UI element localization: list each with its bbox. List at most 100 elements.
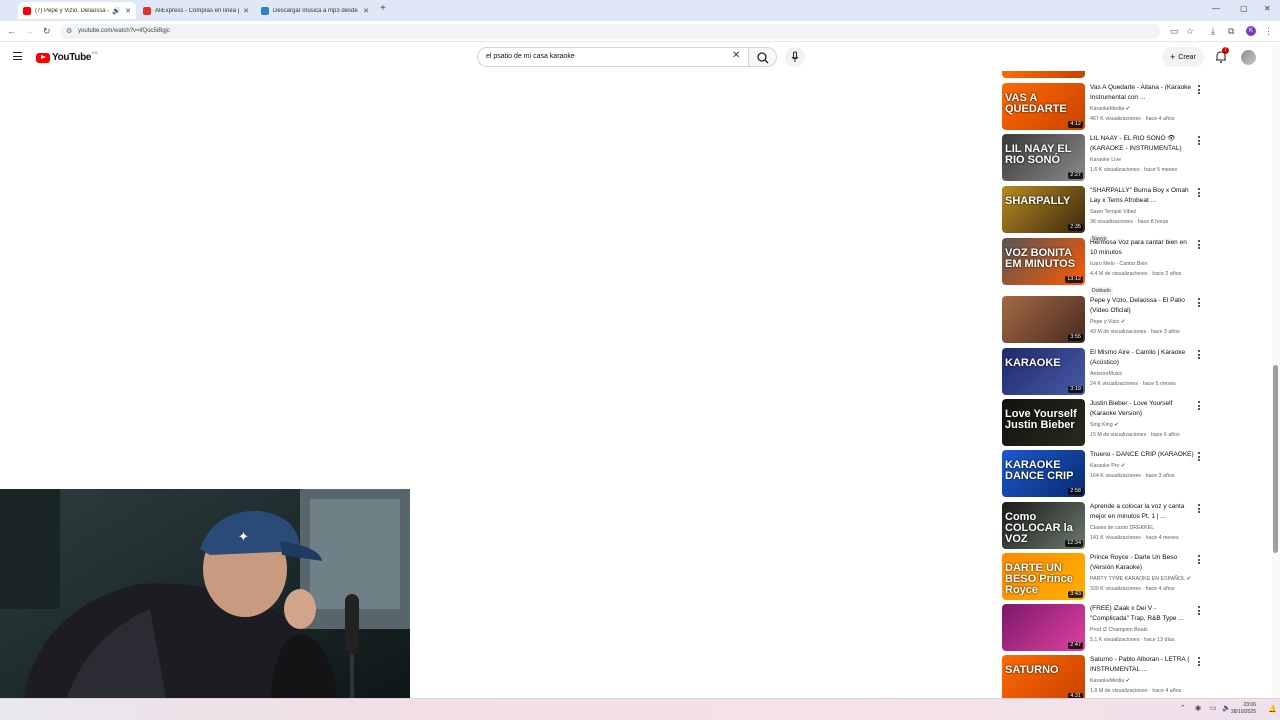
audio-icon[interactable]: 🔊: [112, 7, 121, 15]
notification-center-icon[interactable]: 🔔: [1268, 705, 1277, 713]
channel-name[interactable]: Karaoke Live: [1090, 157, 1121, 163]
recommendation-item[interactable]: KARAOKE 3:19 El Mismo Aire - Camilo | Kara…: [1002, 348, 1207, 398]
forward-icon[interactable]: →: [25, 26, 34, 36]
close-tab-icon[interactable]: ✕: [363, 7, 369, 15]
more-actions-icon[interactable]: [1197, 452, 1201, 462]
browser-tab-youtube[interactable]: (7) Pepe y Vizio, Delaossa - El Patio 🔊 …: [18, 2, 136, 19]
reload-icon[interactable]: ↻: [43, 26, 51, 37]
network-icon[interactable]: ▭: [1210, 704, 1217, 712]
recommendation-item[interactable]: 3:55 Pepe y Vizio, Delaossa - El Patio (V…: [1002, 296, 1207, 346]
video-title[interactable]: (FREE) iZaak x Dei V - "Complicada" Trap…: [1090, 604, 1195, 624]
more-actions-icon[interactable]: [1197, 606, 1201, 616]
more-actions-icon[interactable]: [1197, 350, 1201, 360]
browser-tab-aliexpress[interactable]: AliExpress - Compras en línea p... ✕: [138, 2, 254, 19]
channel-name[interactable]: Pepe y Vizio: [1090, 319, 1119, 325]
back-icon[interactable]: ←: [7, 26, 16, 36]
volume-icon[interactable]: 🔈: [1222, 704, 1231, 712]
recommendation-item[interactable]: VOZ BONITA EM MINUTOS 13:12 Hermosa Voz pa…: [1002, 238, 1207, 295]
recommendation-item[interactable]: LIL NAAY EL RIO SONÓ 2:27 LIL NAAY - EL RI…: [1002, 134, 1207, 184]
video-title[interactable]: Hermosa Voz para cantar bien en 10 minut…: [1090, 238, 1195, 258]
site-info-icon[interactable]: ⚙: [66, 24, 72, 39]
hamburger-menu-icon[interactable]: [13, 52, 22, 60]
video-title[interactable]: Vas A Quedarte - Aitana - (Karaoke Instr…: [1090, 83, 1195, 103]
tray-app-icon[interactable]: ◉: [1195, 704, 1201, 712]
video-thumbnail[interactable]: KARAOKE 3:19: [1002, 348, 1085, 395]
more-actions-icon[interactable]: [1197, 298, 1201, 308]
video-thumbnail[interactable]: VOZ BONITA EM MINUTOS 13:12: [1002, 238, 1085, 285]
youtube-logo[interactable]: YouTube ES: [36, 50, 98, 63]
search-input[interactable]: el psatio de mi casa karaoke: [477, 47, 749, 67]
close-tab-icon[interactable]: ✕: [243, 7, 249, 15]
video-thumbnail[interactable]: KARAOKE DANCE CRIP 2:58: [1002, 450, 1085, 497]
channel-name[interactable]: Sawn Temple Vibez: [1090, 209, 1136, 215]
video-title[interactable]: El Mismo Aire - Camilo | Karaoke (Acústi…: [1090, 348, 1195, 368]
channel-name[interactable]: KaraokeMedia: [1090, 106, 1124, 112]
create-button[interactable]: + Crear: [1162, 47, 1204, 67]
video-title[interactable]: Aprende a colocar la voz y canta mejor e…: [1090, 502, 1195, 522]
video-thumbnail[interactable]: DARTE UN BESO Prince Royce 3:43: [1002, 553, 1085, 600]
video-thumbnail[interactable]: VAS A QUEDARTE 4:12: [1002, 83, 1085, 130]
video-title[interactable]: LIL NAAY - EL RIO SONÓ 👁 (KARAOKE - INST…: [1090, 134, 1195, 154]
scrollbar-thumb[interactable]: [1273, 365, 1278, 553]
install-app-icon[interactable]: ▭: [1170, 26, 1179, 37]
video-thumbnail[interactable]: Como COLOCAR la VOZ 12:34: [1002, 502, 1085, 549]
more-actions-icon[interactable]: [1197, 504, 1201, 514]
more-actions-icon[interactable]: [1197, 85, 1201, 95]
close-window-button[interactable]: ✕: [1264, 4, 1271, 13]
video-title[interactable]: Trueno - DANCE CRIP (KARAOKE): [1090, 450, 1195, 460]
video-thumbnail[interactable]: 3:55: [1002, 296, 1085, 343]
more-actions-icon[interactable]: [1197, 657, 1201, 667]
view-count-and-age: 36 visualizaciones · hace 8 horas: [1090, 219, 1169, 225]
video-thumbnail[interactable]: SATURNO 4:31: [1002, 655, 1085, 698]
minimize-button[interactable]: —: [1212, 4, 1220, 13]
recommendation-item[interactable]: VAS A QUEDARTE 4:12 Vas A Quedarte - Aitan…: [1002, 83, 1207, 133]
browser-menu-icon[interactable]: ⋮: [1264, 26, 1273, 37]
url-field[interactable]: ⚙ youtube.com/watch?v=ifQoc5iBgjc: [60, 24, 1160, 39]
channel-name[interactable]: KaraokeMedia: [1090, 678, 1124, 684]
search-button[interactable]: [749, 47, 777, 67]
video-title[interactable]: Justin Bieber - Love Yourself (Karaoke V…: [1090, 399, 1195, 419]
extensions-icon[interactable]: ⧉: [1228, 26, 1234, 37]
video-title[interactable]: "SHARPALLY" Burna Boy x Omah Lay x Tems …: [1090, 186, 1195, 206]
tray-chevron-icon[interactable]: ⌃: [1180, 704, 1186, 712]
new-tab-button[interactable]: +: [380, 3, 386, 14]
video-title[interactable]: Saturno - Pablo Alboran - LETRA ( INSTRU…: [1090, 655, 1195, 675]
more-actions-icon[interactable]: [1197, 240, 1201, 250]
close-tab-icon[interactable]: ✕: [125, 7, 131, 15]
more-actions-icon[interactable]: [1197, 401, 1201, 411]
clear-search-icon[interactable]: ✕: [732, 51, 740, 61]
recommendation-item[interactable]: Como COLOCAR la VOZ 12:34 Aprende a coloca…: [1002, 502, 1207, 552]
account-avatar[interactable]: [1241, 50, 1256, 65]
recommendation-item[interactable]: Love Yourself Justin Bieber Justin Bieber…: [1002, 399, 1207, 449]
recommendation-item[interactable]: DARTE UN BESO Prince Royce 3:43 Prince Roy…: [1002, 553, 1207, 603]
channel-name[interactable]: Clases de canto DREKKEL: [1090, 525, 1154, 531]
recommendation-item[interactable]: 2:47 (FREE) iZaak x Dei V - "Complicada" …: [1002, 604, 1207, 654]
partial-video-thumbnail[interactable]: [1002, 71, 1085, 78]
channel-name[interactable]: Prod iZ Champion Beats: [1090, 627, 1148, 633]
profile-avatar-icon[interactable]: K: [1246, 26, 1256, 36]
recommendation-item[interactable]: SATURNO 4:31 Saturno - Pablo Alboran - LET…: [1002, 655, 1207, 698]
channel-name[interactable]: Icaro Melo - Cantar Bien: [1090, 261, 1147, 267]
video-thumbnail[interactable]: LIL NAAY EL RIO SONÓ 2:27: [1002, 134, 1085, 181]
recommendation-item[interactable]: SHARPALLY 2:35 "SHARPALLY" Burna Boy x Oma…: [1002, 186, 1207, 243]
maximize-button[interactable]: ▢: [1240, 4, 1248, 13]
channel-name[interactable]: AnteriorMusic: [1090, 371, 1122, 377]
system-clock[interactable]: 23:06 28/10/2025: [1231, 702, 1256, 716]
browser-tab-mp3[interactable]: Descargar música a mp3 desde Y... ✕: [256, 2, 374, 19]
channel-name[interactable]: Sing King: [1090, 422, 1113, 428]
download-icon[interactable]: ⤓: [1211, 26, 1215, 37]
channel-name[interactable]: Karaoke Pro: [1090, 463, 1119, 469]
more-actions-icon[interactable]: [1197, 136, 1201, 146]
video-thumbnail[interactable]: SHARPALLY 2:35: [1002, 186, 1085, 233]
more-actions-icon[interactable]: [1197, 555, 1201, 565]
video-thumbnail[interactable]: 2:47: [1002, 604, 1085, 651]
video-title[interactable]: Prince Royce - Darte Un Beso (Versión Ka…: [1090, 553, 1195, 573]
tab-title: AliExpress - Compras en línea p...: [155, 7, 240, 14]
video-thumbnail[interactable]: Love Yourself Justin Bieber: [1002, 399, 1085, 446]
voice-search-button[interactable]: [785, 47, 805, 67]
video-title[interactable]: Pepe y Vizio, Delaossa - El Patio (Video…: [1090, 296, 1195, 316]
recommendation-item[interactable]: KARAOKE DANCE CRIP 2:58 Trueno - DANCE CRI…: [1002, 450, 1207, 500]
bookmark-star-icon[interactable]: ☆: [1186, 26, 1194, 37]
more-actions-icon[interactable]: [1197, 188, 1201, 198]
channel-name[interactable]: PARTY TYME KARAOKE EN ESPAÑOL: [1090, 576, 1185, 582]
